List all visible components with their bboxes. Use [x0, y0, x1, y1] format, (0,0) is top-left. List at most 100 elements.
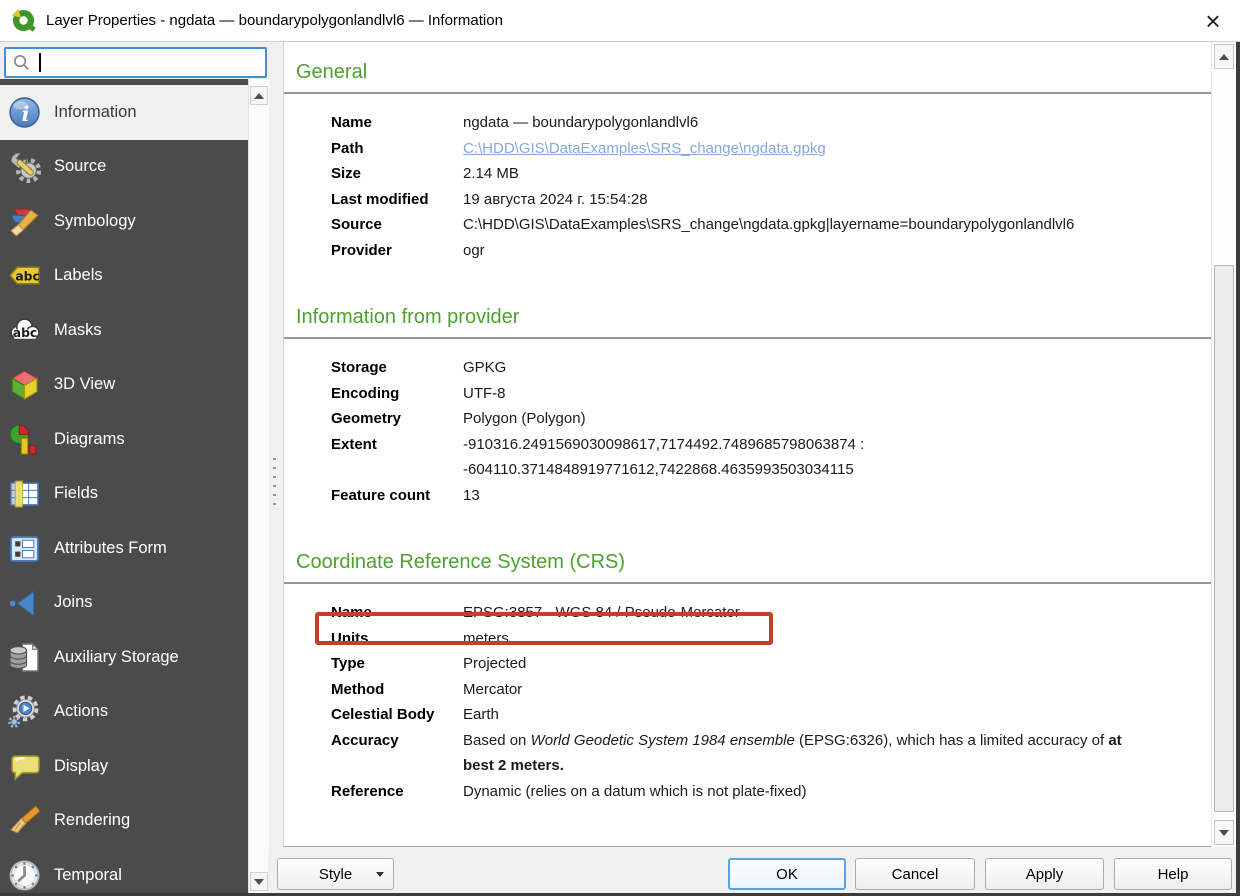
scroll-up-button[interactable] [1214, 44, 1234, 69]
property-label: Name [331, 604, 372, 621]
style-button-label: Style [318, 865, 353, 883]
sidebar-item-label: Source [54, 157, 107, 176]
scrollbar-thumb[interactable] [1214, 265, 1234, 812]
property-row: Encoding UTF-8 [331, 381, 1156, 407]
panel-splitter[interactable] [269, 42, 283, 896]
content-scrollbar[interactable] [1211, 42, 1236, 847]
sidebar-scrollbar[interactable] [248, 79, 269, 896]
information-panel: General Name ngdata — boundarypolygonlan… [283, 42, 1211, 847]
close-button[interactable]: × [1196, 1, 1230, 41]
sidebar-item-joins[interactable]: Joins [0, 576, 248, 631]
gear-play-icon [8, 695, 41, 728]
cancel-button[interactable]: Cancel [855, 858, 975, 890]
property-row: Storage GPKG [331, 355, 1156, 381]
property-row: Feature count 13 [331, 483, 1156, 509]
sidebar-item-attributes-form[interactable]: Attributes Form [0, 521, 248, 576]
section-title: Information from provider [296, 306, 520, 328]
sidebar-item-label: Auxiliary Storage [54, 647, 179, 666]
sidebar-item-fields[interactable]: Fields [0, 467, 248, 522]
section-divider [284, 337, 1211, 339]
section-divider [284, 582, 1211, 584]
property-value: Earth [463, 706, 499, 723]
sidebar-item-masks[interactable]: abc Masks [0, 303, 248, 358]
scroll-down-button[interactable] [250, 872, 268, 891]
clock-icon [8, 859, 41, 892]
sidebar-item-display[interactable]: Display [0, 739, 248, 794]
sidebar-search-box[interactable] [4, 47, 267, 78]
info-icon: i [8, 96, 41, 129]
pie-chart-icon [8, 423, 41, 456]
property-value: EPSG:3857 - WGS 84 / Pseudo-Mercator [463, 604, 740, 621]
abc-tag-icon: abc [8, 259, 41, 292]
sidebar-item-information[interactable]: i Information [0, 85, 248, 140]
property-row: Geometry Polygon (Polygon) [331, 406, 1156, 432]
sidebar-item-temporal[interactable]: Temporal [0, 848, 248, 896]
sidebar-item-label: Display [54, 756, 109, 775]
crs-name-row: Name EPSG:3857 - WGS 84 / Pseudo-Mercato… [331, 600, 1156, 626]
property-label: Name [331, 114, 372, 131]
property-label: Size [331, 165, 362, 182]
file-path-link[interactable]: C:\HDD\GIS\DataExamples\SRS_change\ngdat… [463, 140, 826, 157]
property-row: Units meters [331, 626, 1156, 652]
property-value: Mercator [463, 680, 523, 698]
paintbrush-icon [8, 804, 41, 837]
scroll-up-button[interactable] [250, 86, 268, 105]
property-label: Feature count [331, 486, 431, 504]
window-right-edge [1236, 42, 1240, 896]
sidebar-item-label: Attributes Form [54, 538, 167, 557]
property-row: Provider ogr [331, 238, 1156, 264]
property-row: Path C:\HDD\GIS\DataExamples\SRS_change\… [331, 136, 1156, 162]
property-value: 13 [463, 486, 480, 504]
property-value: 2.14 MB [463, 165, 519, 182]
scroll-down-button[interactable] [1214, 820, 1234, 845]
ok-button[interactable]: OK [728, 858, 846, 890]
sidebar-item-labels[interactable]: abc Labels [0, 249, 248, 304]
sidebar-item-label: Temporal [54, 865, 122, 884]
wrench-gear-icon [8, 150, 41, 184]
property-label: Provider [331, 241, 392, 259]
property-value: C:\HDD\GIS\DataExamples\SRS_change\ngdat… [463, 216, 1075, 233]
sidebar-item-3d-view[interactable]: 3D View [0, 358, 248, 413]
database-page-icon [8, 641, 41, 674]
sidebar-item-diagrams[interactable]: Diagrams [0, 412, 248, 467]
section-divider [284, 92, 1211, 94]
property-row: Extent -910316.2491569030098617,7174492.… [331, 432, 1156, 483]
sidebar-item-label: Diagrams [54, 429, 125, 448]
property-label: Extent [331, 435, 377, 453]
property-value: -910316.2491569030098617,7174492.7489685… [463, 435, 865, 479]
property-label: Last modified [331, 190, 429, 208]
titlebar: Layer Properties - ngdata — boundarypoly… [0, 0, 1240, 42]
property-label: Method [331, 680, 385, 698]
svg-text:abc: abc [13, 326, 38, 340]
table-fields-icon [8, 477, 41, 510]
style-dropdown-button[interactable]: Style [277, 858, 394, 890]
search-icon [14, 55, 29, 70]
sidebar-item-source[interactable]: Source [0, 140, 248, 195]
sidebar-item-label: Actions [54, 702, 109, 721]
property-label: Path [331, 139, 364, 157]
property-label: Units [331, 629, 369, 647]
sidebar-item-actions[interactable]: Actions [0, 685, 248, 740]
sidebar-item-rendering[interactable]: Rendering [0, 794, 248, 849]
section-general: General Name ngdata — boundarypolygonlan… [284, 58, 1211, 263]
paintbrush-layers-icon [8, 205, 41, 238]
property-row: Source C:\HDD\GIS\DataExamples\SRS_chang… [331, 212, 1156, 238]
property-value: UTF-8 [463, 384, 506, 402]
cube-3d-icon [8, 368, 41, 401]
sidebar-item-label: 3D View [54, 375, 116, 394]
properties-sidebar: i Information Source Symbology abc Label… [0, 79, 248, 896]
sidebar-item-label: Joins [54, 593, 93, 612]
property-row: Method Mercator [331, 677, 1156, 703]
sidebar-item-auxiliary-storage[interactable]: Auxiliary Storage [0, 630, 248, 685]
property-value: meters [463, 629, 509, 647]
property-value: Dynamic (relies on a datum which is not … [463, 782, 807, 800]
section-title: General [296, 61, 368, 83]
svg-text:i: i [22, 102, 30, 126]
help-button[interactable]: Help [1114, 858, 1232, 890]
search-input[interactable] [41, 54, 258, 71]
property-value: GPKG [463, 359, 507, 376]
property-label: Geometry [331, 410, 402, 427]
apply-button[interactable]: Apply [985, 858, 1104, 890]
sidebar-item-symbology[interactable]: Symbology [0, 194, 248, 249]
property-label: Storage [331, 359, 387, 376]
